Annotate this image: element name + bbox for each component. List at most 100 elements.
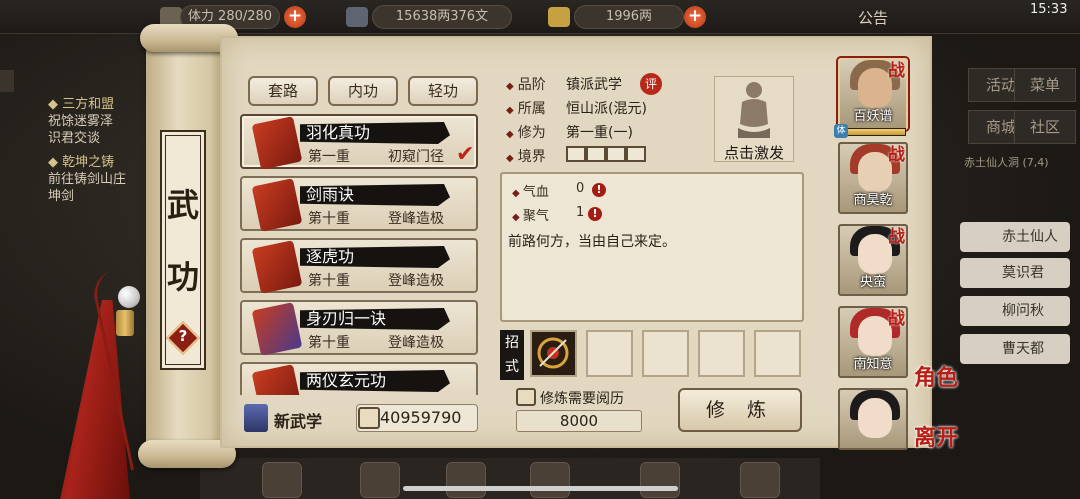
move-slot[interactable] (530, 330, 577, 377)
character-face (858, 68, 892, 108)
skill-rank: 初窥门径 (388, 149, 444, 165)
quest-item[interactable]: ◆ 三方和盟 祝馀迷雾泽 识君交谈 (48, 96, 114, 147)
move-slot[interactable] (754, 330, 801, 377)
game-screen: 体力 280/280 + 15638两376文 1996两 + 公告 15:33… (0, 0, 1080, 499)
moves-label-char: 招 (505, 335, 519, 351)
sword-swirl-icon (537, 337, 569, 369)
expand-arrow-icon[interactable] (0, 70, 14, 92)
quest-title: 乾坤之铸 (62, 155, 115, 170)
battle-tag: 战 (888, 61, 905, 81)
quest-desc: 祝馀迷雾泽 (48, 114, 114, 129)
taiji-icon[interactable] (446, 462, 486, 498)
skill-item[interactable]: 逐虎功 第十重 登峰造极 (240, 238, 478, 294)
attr-label: ◆ 境界 (506, 149, 546, 165)
npc-list-item[interactable]: 赤土仙人洞 (960, 222, 1070, 275)
battle-tag: 战 (888, 145, 905, 165)
character-name: 商昊乾 (853, 193, 893, 208)
gold-counter: 1996两 (574, 5, 684, 29)
map-icon[interactable] (740, 462, 780, 498)
add-gold-button[interactable]: + (684, 6, 706, 28)
skills-icon[interactable] (360, 462, 400, 498)
skill-level: 第十重 (308, 211, 350, 227)
skill-item[interactable]: 羽化真功 第一重 初窥门径 ✔ (240, 114, 478, 170)
leave-button[interactable]: 离开 (914, 420, 958, 452)
skill-item[interactable]: 身刃归一诀 第十重 登峰造极 (240, 300, 478, 356)
tassel-bead (118, 286, 140, 308)
move-slot[interactable] (698, 330, 745, 377)
journal-icon[interactable] (640, 462, 680, 498)
skill-name: 逐虎功 (300, 246, 450, 268)
activate-label[interactable]: 点击激发 (714, 142, 794, 163)
skill-item[interactable]: 剑雨诀 第十重 登峰造极 (240, 176, 478, 232)
help-question-mark: ? (178, 327, 188, 345)
skill-level: 第一重 (308, 149, 350, 165)
skill-rank: 登峰造极 (388, 335, 444, 351)
character-name: 百妖谱 (853, 109, 893, 124)
gold-ingot-icon (548, 7, 570, 27)
money-counter: 15638两376文 (372, 5, 512, 29)
scroll-title-char: 功 (166, 258, 199, 296)
attr-value: 镇派武学 (566, 77, 622, 93)
hp-badge: 体 (834, 124, 848, 138)
rating-badge[interactable]: 评 (640, 73, 662, 95)
character-name: 央蛮 (859, 275, 886, 290)
attr-label: ◆ 修为 (506, 125, 546, 141)
money-icon (346, 7, 368, 27)
npc-list-item[interactable]: 莫识君 (960, 258, 1070, 288)
quest-title: 三方和盟 (62, 97, 115, 112)
monk-figure-icon (738, 82, 770, 138)
attr-label-text: 修为 (517, 125, 546, 141)
tab-lightness[interactable]: 轻功 (408, 76, 478, 106)
attr-label-text: 境界 (517, 149, 546, 165)
tab-routines[interactable]: 套路 (248, 76, 318, 106)
quest-desc: 前往铸剑山庄 (48, 172, 127, 187)
status-clock: 15:33 (1030, 2, 1068, 17)
manual-book-icon (251, 302, 303, 356)
skill-name: 羽化真功 (300, 122, 450, 144)
new-skill-button[interactable]: 新武学 (274, 408, 322, 432)
scroll-book-icon (251, 240, 303, 294)
faction-icon[interactable] (530, 462, 570, 498)
new-skill-book-icon[interactable] (244, 404, 268, 432)
attr-label: ◆ 品阶 (506, 77, 546, 93)
scroll-book-icon (251, 364, 303, 395)
add-stamina-button[interactable]: + (284, 6, 306, 28)
attr-label: ◆ 所属 (506, 101, 546, 117)
notice-button[interactable]: 公告 (858, 7, 888, 28)
skill-list[interactable]: 羽化真功 第一重 初窥门径 ✔ 剑雨诀 第十重 登峰造极 逐虎功 第十重 登峰造… (240, 110, 480, 395)
tab-inner-art[interactable]: 内功 (328, 76, 398, 106)
battle-tag: 战 (888, 227, 905, 247)
train-button[interactable]: 修 炼 (678, 388, 802, 432)
scroll-book-icon (251, 178, 303, 232)
quest-desc: 识君交谈 (48, 131, 101, 146)
stat-value: 1 (576, 205, 585, 220)
scroll-title-char: 武 (166, 186, 199, 224)
home-indicator[interactable] (403, 486, 678, 491)
attr-value: 第一重(一) (566, 125, 633, 141)
npc-list-item[interactable]: 柳问秋 (960, 296, 1070, 326)
npc-list-item[interactable]: 曹天都 (960, 334, 1070, 364)
warning-icon: ! (588, 207, 602, 221)
bag-icon[interactable] (262, 462, 302, 498)
train-requirement-label: 修炼需要阅历 (540, 391, 624, 407)
moves-label-char: 式 (505, 359, 519, 375)
open-book-icon (516, 388, 536, 406)
skill-name: 剑雨诀 (300, 184, 450, 206)
stat-label-text: 聚气 (522, 209, 549, 224)
tassel-clasp (116, 310, 134, 336)
selected-check-icon: ✔ (456, 142, 475, 167)
quest-item[interactable]: ◆ 乾坤之铸 前往铸剑山庄 坤剑 (48, 154, 126, 205)
skill-item[interactable]: 两仪玄元功 (240, 362, 478, 395)
community-button[interactable]: 社区 (1014, 110, 1076, 144)
experience-value: 40959790 (380, 408, 462, 427)
role-button[interactable]: 角色 (914, 360, 958, 392)
stat-label-text: 气血 (522, 185, 549, 200)
character-hp-fill (841, 129, 905, 135)
open-book-icon (358, 407, 380, 429)
realm-box (566, 146, 586, 162)
character-face (858, 152, 892, 192)
character-card[interactable] (838, 388, 908, 450)
move-slot[interactable] (586, 330, 633, 377)
move-slot[interactable] (642, 330, 689, 377)
menu-button[interactable]: 菜单 (1014, 68, 1076, 102)
